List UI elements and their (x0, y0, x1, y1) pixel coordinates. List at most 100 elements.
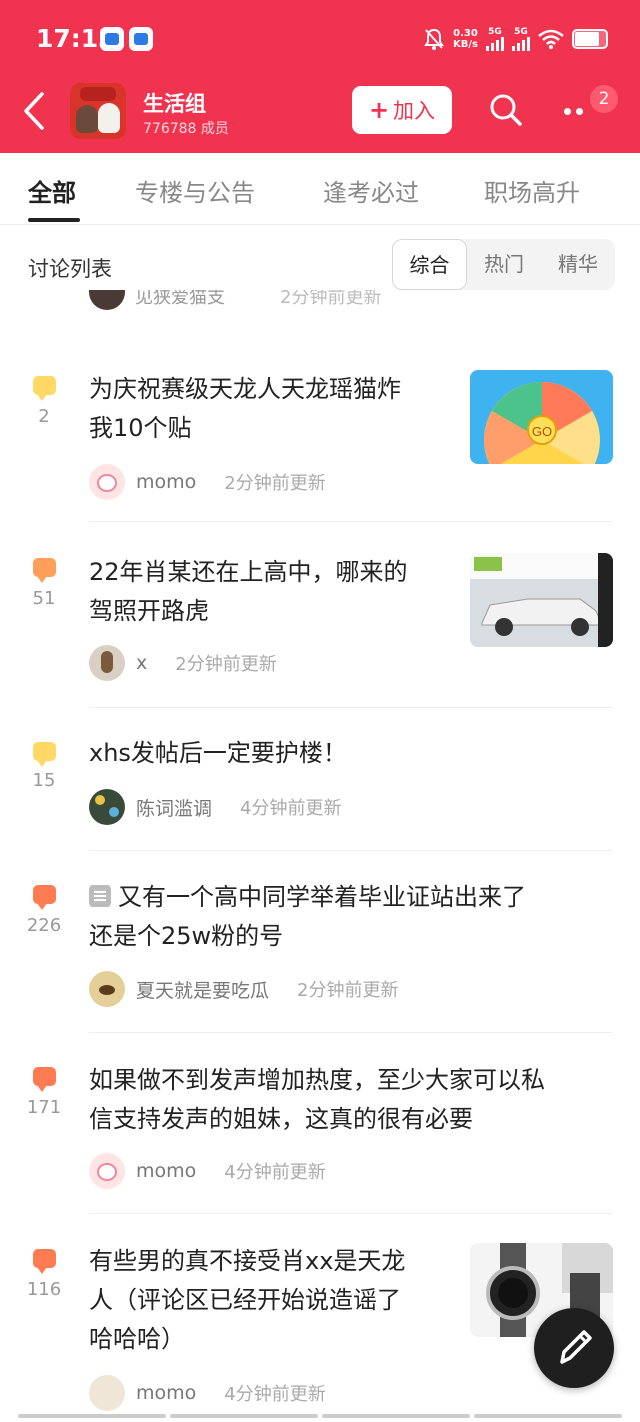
post-title-line: 又有一个高中同学举着毕业证站出来了 (89, 878, 609, 917)
post-item[interactable]: 15 xhs发帖后一定要护楼！ 陈词滥调 4分钟前更新 (0, 709, 640, 851)
post-title-line: 信支持发声的姐妹，这真的很有必要 (89, 1105, 473, 1133)
post-time: 2分钟前更新 (280, 290, 382, 308)
comment-count: 15 (32, 770, 56, 791)
app-header: 17:13 0.30 KB/s 5G 5G 生活组 776788 成员 + 加入… (0, 0, 640, 153)
status-bar: 17:13 0.30 KB/s 5G 5G (0, 0, 640, 78)
post-meta: momo 4分钟前更新 (89, 1375, 326, 1411)
post-time: 4分钟前更新 (224, 1162, 326, 1183)
tab-announcements[interactable]: 专楼与公告 (135, 173, 255, 208)
signal-label: 5G (488, 27, 502, 37)
post-meta: 夏天就是要吃瓜 2分钟前更新 (89, 971, 398, 1007)
post-time: 2分钟前更新 (224, 473, 326, 494)
post-title: 有些男的真不接受肖xx是天龙 人（评论区已经开始说造谣了 哈哈哈） (89, 1242, 449, 1359)
sort-comprehensive[interactable]: 综合 (392, 239, 467, 290)
signal-indicator: 5G (486, 27, 504, 51)
post-item[interactable]: 226 又有一个高中同学举着毕业证站出来了 还是个25w粉的号 夏天就是要吃瓜 … (0, 852, 640, 1033)
post-item[interactable]: 2 为庆祝赛级天龙人天龙瑶猫炸 我10个贴 momo 2分钟前更新 GO (0, 342, 640, 522)
post-title-line: 为庆祝赛级天龙人天龙瑶猫炸 (89, 375, 401, 403)
post-meta: x 2分钟前更新 (89, 645, 277, 681)
post-title-line: 哈哈哈） (89, 1325, 185, 1353)
group-avatar[interactable] (70, 83, 126, 139)
comment-bubble-icon (33, 1249, 56, 1274)
comment-count: 2 (38, 406, 50, 427)
post-time: 4分钟前更新 (240, 798, 342, 819)
new-post-button[interactable] (534, 1308, 614, 1388)
battery-icon (572, 29, 608, 49)
comment-bubble-icon (33, 742, 56, 767)
comment-bubble-icon (33, 1067, 56, 1092)
post-title-line: 有些男的真不接受肖xx是天龙 (89, 1247, 406, 1275)
post-author: momo (136, 1160, 197, 1182)
app-notification-icon (100, 27, 124, 51)
wheel-go-label: GO (532, 424, 552, 439)
post-title-text: 又有一个高中同学举着毕业证站出来了 (118, 883, 526, 911)
post-time: 2分钟前更新 (297, 980, 399, 1001)
avatar (89, 290, 125, 310)
tab-exam-pass[interactable]: 逢考必过 (323, 173, 419, 208)
gesture-bar (0, 1414, 640, 1422)
post-meta: 陈词滥调 4分钟前更新 (89, 789, 341, 825)
doc-icon (89, 885, 111, 907)
back-arrow-icon[interactable] (20, 90, 50, 132)
net-speed-value: 0.30 (453, 28, 478, 39)
net-speed-unit: KB/s (453, 39, 478, 50)
active-tab-indicator (28, 218, 80, 222)
post-item[interactable]: 171 如果做不到发声增加热度，至少大家可以私 信支持发声的姐妹，这真的很有必要… (0, 1034, 640, 1214)
post-item[interactable]: 51 22年肖某还在上高中，哪来的 驾照开路虎 x 2分钟前更新 (0, 523, 640, 708)
post-meta: momo 2分钟前更新 (89, 464, 326, 500)
tab-all[interactable]: 全部 (28, 173, 76, 208)
more-icon[interactable] (564, 108, 583, 115)
avatar (89, 645, 125, 681)
status-right: 0.30 KB/s 5G 5G (423, 24, 608, 54)
plus-icon: + (368, 96, 390, 124)
mute-icon (424, 28, 444, 50)
edit-pen-icon (560, 1330, 592, 1364)
network-speed: 0.30 KB/s (453, 28, 478, 50)
group-name[interactable]: 生活组 (143, 88, 206, 118)
avatar (89, 789, 125, 825)
discussion-list-title: 讨论列表 (28, 257, 112, 281)
join-button[interactable]: + 加入 (352, 86, 452, 134)
post-author: 夏天就是要吃瓜 (136, 979, 270, 1002)
post-time: 2分钟前更新 (175, 654, 277, 675)
comment-bubble-icon (33, 885, 56, 910)
notification-badge: 2 (590, 85, 618, 113)
sort-hot[interactable]: 热门 (467, 239, 541, 290)
comment-count: 51 (32, 588, 56, 609)
post-author: momo (136, 1382, 197, 1404)
tab-career[interactable]: 职场高升 (484, 173, 580, 208)
post-title: 22年肖某还在上高中，哪来的 驾照开路虎 (89, 553, 449, 631)
app-notification-icon (129, 27, 153, 51)
wifi-icon (538, 29, 564, 49)
group-member-count: 776788 成员 (143, 121, 229, 137)
post-title: 如果做不到发声增加热度，至少大家可以私 信支持发声的姐妹，这真的很有必要 (89, 1061, 609, 1139)
post-title: 为庆祝赛级天龙人天龙瑶猫炸 我10个贴 (89, 370, 449, 448)
post-thumbnail-car[interactable] (470, 553, 613, 647)
category-tabs: 全部 专楼与公告 逢考必过 职场高升 (0, 153, 640, 225)
post-peek[interactable]: 见狭爱猫支 2分钟前更新 (0, 290, 640, 320)
post-title-line: xhs发帖后一定要护楼！ (89, 739, 347, 767)
post-title: 又有一个高中同学举着毕业证站出来了 还是个25w粉的号 (89, 878, 609, 956)
post-meta: momo 4分钟前更新 (89, 1153, 326, 1189)
post-time: 4分钟前更新 (224, 1384, 326, 1405)
comment-bubble-icon (33, 558, 56, 583)
comment-count: 116 (26, 1279, 62, 1300)
post-thumbnail-wheel[interactable]: GO (470, 370, 613, 464)
post-author: x (136, 652, 148, 674)
avatar (89, 1375, 125, 1411)
post-author: 陈词滥调 (136, 797, 213, 820)
search-icon[interactable] (488, 92, 524, 128)
avatar (89, 464, 125, 500)
comment-count: 171 (26, 1097, 62, 1118)
car-image (470, 553, 613, 647)
avatar (89, 971, 125, 1007)
sort-featured[interactable]: 精华 (541, 239, 615, 290)
post-title-line: 还是个25w粉的号 (89, 922, 284, 950)
avatar (89, 1153, 125, 1189)
post-title-line: 如果做不到发声增加热度，至少大家可以私 (89, 1066, 545, 1094)
comment-bubble-icon (33, 376, 56, 401)
post-author: 见狭爱猫支 (135, 290, 225, 308)
post-author: momo (136, 471, 197, 493)
wheel-image: GO (484, 382, 600, 464)
group-nav-bar: 生活组 776788 成员 + 加入 2 (0, 78, 640, 153)
